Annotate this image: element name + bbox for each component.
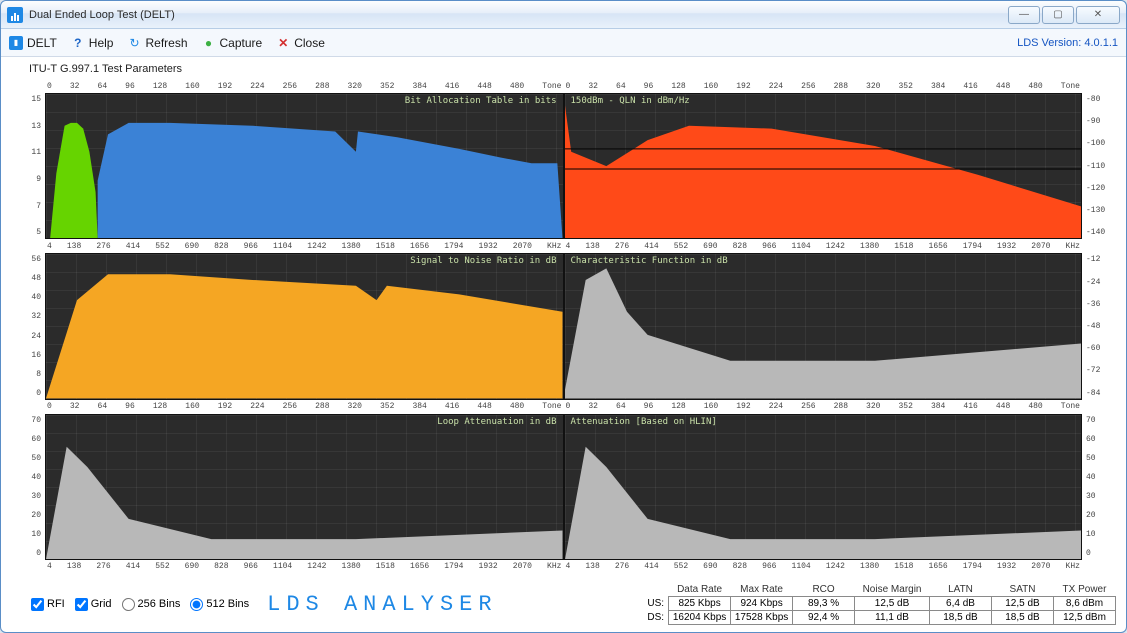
app-window: Dual Ended Loop Test (DELT) — ▢ ✕ ▮ DELT… [0, 0, 1127, 633]
plot-qln: 150dBm - QLN in dBm/Hz [564, 93, 1083, 239]
axis-khz-4: 4138276414552690828966110412421380151816… [564, 560, 1083, 574]
toolbar: ▮ DELT ? Help ↻ Refresh ● Capture ✕ Clos… [1, 29, 1126, 57]
close-icon: ✕ [276, 36, 290, 50]
plot-characteristic: Characteristic Function in dB [564, 253, 1083, 399]
axis-khz-3: 4138276414552690828966110412421380151816… [45, 560, 564, 574]
axis-khz-2: 4138276414552690828966110412421380151816… [564, 239, 1083, 253]
brand-logo: LDS ANALYSER [267, 592, 497, 617]
refresh-icon: ↻ [127, 36, 141, 50]
plot-loop-attenuation: Loop Attenuation in dB [45, 414, 564, 560]
axis-tone-top-2: 0326496128160192224256288320352384416448… [564, 79, 1083, 93]
refresh-button[interactable]: ↻ Refresh [127, 36, 187, 50]
close-button[interactable]: ✕ Close [276, 36, 325, 50]
plot-bit-allocation: Bit Allocation Table in bits [45, 93, 564, 239]
maximize-button[interactable]: ▢ [1042, 6, 1074, 24]
axis-tone-4: 0326496128160192224256288320352384416448… [564, 400, 1083, 414]
axis-khz-1: 4138276414552690828966110412421380151816… [45, 239, 564, 253]
chart-icon: ▮ [9, 36, 23, 50]
minimize-button[interactable]: — [1008, 6, 1040, 24]
delt-button[interactable]: ▮ DELT [9, 36, 57, 50]
axis-cf-right: -12-24-36-48-60-72-84 [1082, 253, 1116, 399]
stats-table: Data RateMax RateRCONoise MarginLATNSATN… [607, 583, 1116, 625]
help-icon: ? [71, 36, 85, 50]
app-icon [7, 7, 23, 23]
plot-attenuation-hlin: Attenuation [Based on HLIN] [564, 414, 1083, 560]
titlebar[interactable]: Dual Ended Loop Test (DELT) — ▢ ✕ [1, 1, 1126, 29]
axis-snr-left: 56484032241680 [11, 253, 45, 399]
record-icon: ● [202, 36, 216, 50]
axis-qln-right: -80-90-100-110-120-130-140 [1082, 93, 1116, 239]
grid-checkbox[interactable]: Grid [75, 598, 112, 611]
help-button[interactable]: ? Help [71, 36, 114, 50]
axis-tone-3: 0326496128160192224256288320352384416448… [45, 400, 564, 414]
axis-bat-left: 151311975 [11, 93, 45, 239]
axis-la-left: 706050403020100 [11, 414, 45, 560]
version-label: LDS Version: 4.0.1.1 [1017, 37, 1118, 49]
bins-512-radio[interactable]: 512 Bins [190, 598, 249, 611]
plot-snr: Signal to Noise Ratio in dB [45, 253, 564, 399]
bins-256-radio[interactable]: 256 Bins [122, 598, 181, 611]
window-close-button[interactable]: ✕ [1076, 6, 1120, 24]
capture-button[interactable]: ● Capture [202, 36, 263, 50]
chart-grid: 0326496128160192224256288320352384416448… [11, 79, 1116, 574]
rfi-checkbox[interactable]: RFI [31, 598, 65, 611]
group-title: ITU-T G.997.1 Test Parameters [29, 63, 1116, 75]
window-title: Dual Ended Loop Test (DELT) [29, 9, 175, 21]
axis-tone-top-1: 0326496128160192224256288320352384416448… [45, 79, 564, 93]
axis-att-right: 706050403020100 [1082, 414, 1116, 560]
